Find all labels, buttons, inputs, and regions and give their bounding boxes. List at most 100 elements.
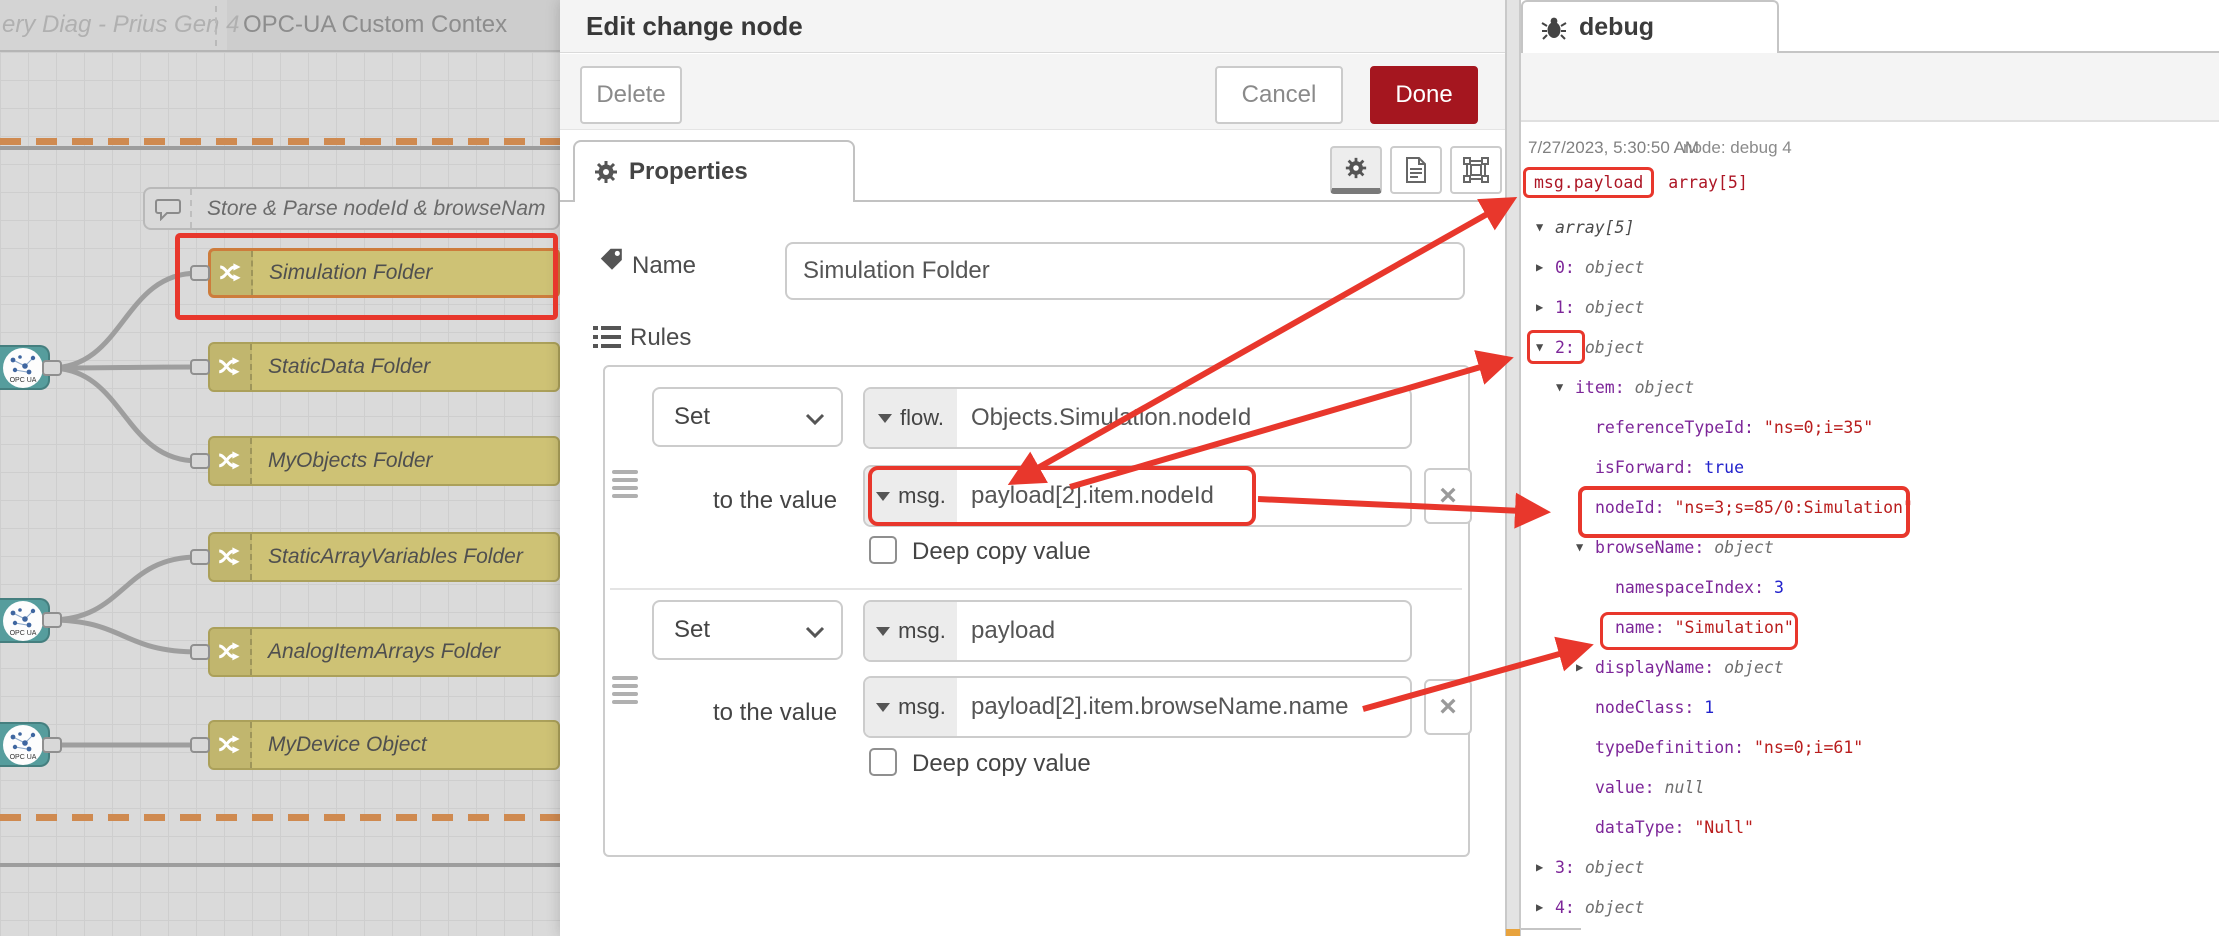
node-label: StaticData Folder	[268, 344, 430, 390]
output-port[interactable]	[42, 612, 62, 628]
tree-row-displayName: displayName: object	[1536, 647, 1913, 687]
rule1-value-input[interactable]: msg. payload[2].item.nodeId	[863, 465, 1412, 527]
rule2-value: payload[2].item.browseName.name	[957, 693, 1349, 721]
rule-drag-handle[interactable]	[612, 676, 638, 704]
sidebar-resize-handle[interactable]	[1505, 0, 1521, 936]
rule1-remove-button[interactable]: ×	[1424, 468, 1472, 524]
bug-icon	[1541, 15, 1567, 41]
rule-separator	[610, 588, 1462, 590]
change-node-analogitemarrays-folder[interactable]: AnalogItemArrays Folder	[208, 627, 560, 677]
appearance-section-button[interactable]	[1450, 146, 1502, 194]
change-node-staticdata-folder[interactable]: StaticData Folder	[208, 342, 560, 392]
description-section-button[interactable]	[1390, 146, 1442, 194]
opcua-node-icon: OPC UA	[3, 725, 43, 765]
change-node-icon	[211, 251, 253, 295]
tree-row-value: value: null	[1536, 767, 1913, 807]
caret-down-icon	[876, 627, 890, 636]
rule1-deep-copy-checkbox[interactable]	[869, 536, 897, 564]
opcua-node-icon: OPC UA	[3, 348, 43, 388]
tab-separator	[215, 6, 217, 46]
node-label: StaticArrayVariables Folder	[268, 534, 523, 580]
debug-toolbar	[1521, 53, 2219, 122]
value-type-selector[interactable]: msg.	[865, 678, 957, 736]
sidebar-resize-grip[interactable]	[1506, 929, 1520, 936]
collapse-icon[interactable]	[1576, 540, 1595, 554]
properties-section-button[interactable]	[1330, 146, 1382, 194]
input-port[interactable]	[190, 453, 210, 469]
debug-message-list[interactable]: 7/27/2023, 5:30:50 AM node: debug 4 msg.…	[1521, 122, 2219, 936]
rule-drag-handle[interactable]	[612, 470, 638, 498]
message-path-row: msg.payload array[5]	[1523, 164, 1748, 200]
change-node-myobjects-folder[interactable]: MyObjects Folder	[208, 436, 560, 486]
debug-footer-border	[1521, 928, 1581, 930]
json-tree: array[5] 0: object 1: object 2: object i…	[1536, 207, 1913, 927]
rule1-property-input[interactable]: flow. Objects.Simulation.nodeId	[863, 387, 1412, 449]
tree-row-item: item: object	[1536, 367, 1913, 407]
input-port[interactable]	[190, 265, 210, 281]
message-timestamp: 7/27/2023, 5:30:50 AM	[1528, 138, 1699, 158]
input-port[interactable]	[190, 359, 210, 375]
chevron-down-icon	[805, 413, 825, 425]
workspace-tab-prius[interactable]: ery Diag - Prius Gen 4	[2, 11, 239, 39]
expand-icon[interactable]	[1536, 300, 1555, 314]
rule2-property-input[interactable]: msg. payload	[863, 600, 1412, 662]
cancel-button[interactable]: Cancel	[1215, 66, 1343, 124]
tab-properties[interactable]: Properties	[573, 140, 855, 202]
gear-icon	[593, 159, 619, 185]
document-icon	[1405, 157, 1427, 183]
value-type-selector[interactable]: msg.	[865, 467, 957, 525]
rule1-action-select[interactable]: Set	[652, 387, 843, 447]
change-node-mydevice-object[interactable]: MyDevice Object	[208, 720, 560, 770]
svg-text:OPC UA: OPC UA	[10, 754, 37, 761]
comment-node[interactable]: Store & Parse nodeId & browseNam	[143, 187, 560, 230]
to-the-value-label: to the value	[713, 487, 837, 515]
tab-debug[interactable]: debug	[1521, 0, 1779, 53]
flow-canvas[interactable]: Store & Parse nodeId & browseNam OPC UA …	[0, 0, 562, 936]
change-node-icon	[210, 344, 252, 390]
tree-row: 4: object	[1536, 887, 1913, 927]
edit-change-node-dialog: Edit change node Delete Cancel Done Prop…	[560, 0, 1505, 936]
tree-row: 0: object	[1536, 247, 1913, 287]
collapse-icon[interactable]	[1556, 380, 1575, 394]
input-port[interactable]	[190, 644, 210, 660]
output-port[interactable]	[42, 360, 62, 376]
input-port[interactable]	[190, 549, 210, 565]
opcua-node-icon: OPC UA	[3, 601, 43, 641]
done-button[interactable]: Done	[1370, 66, 1478, 124]
rule2-remove-button[interactable]: ×	[1424, 679, 1472, 735]
tree-row-typeDefinition: typeDefinition: "ns=0;i=61"	[1536, 727, 1913, 767]
collapse-icon[interactable]	[1536, 220, 1555, 234]
input-port[interactable]	[190, 737, 210, 753]
expand-icon[interactable]	[1576, 660, 1595, 674]
dialog-header: Edit change node	[560, 0, 1505, 53]
workspace-tab-opcua[interactable]: OPC-UA Custom Contex	[243, 11, 507, 39]
change-node-icon	[210, 722, 252, 768]
dialog-toolbar	[560, 54, 1505, 130]
to-the-value-label: to the value	[713, 699, 837, 727]
name-input[interactable]	[785, 242, 1465, 300]
comment-label: Store & Parse nodeId & browseNam	[207, 189, 546, 228]
output-port[interactable]	[42, 737, 62, 753]
gear-icon	[1344, 156, 1368, 180]
rule2-deep-copy-checkbox[interactable]	[869, 748, 897, 776]
tree-row-dataType: dataType: "Null"	[1536, 807, 1913, 847]
rule2-action-select[interactable]: Set	[652, 600, 843, 660]
property-type-selector[interactable]: msg.	[865, 602, 957, 660]
rule1-value: payload[2].item.nodeId	[957, 482, 1214, 510]
svg-text:OPC UA: OPC UA	[10, 377, 37, 384]
rule2-value-input[interactable]: msg. payload[2].item.browseName.name	[863, 676, 1412, 738]
msg-payload-type: array[5]	[1668, 173, 1747, 192]
expand-icon[interactable]	[1536, 900, 1555, 914]
node-label: MyDevice Object	[268, 722, 427, 768]
property-type-selector[interactable]: flow.	[865, 389, 957, 447]
msg-payload-path[interactable]: msg.payload	[1523, 167, 1654, 198]
collapse-icon[interactable]	[1536, 340, 1555, 354]
expand-icon[interactable]	[1536, 260, 1555, 274]
expand-icon[interactable]	[1536, 860, 1555, 874]
change-node-staticarrayvariables-folder[interactable]: StaticArrayVariables Folder	[208, 532, 560, 582]
debug-sidebar: debug 7/27/2023, 5:30:50 AM node: debug …	[1521, 0, 2219, 936]
comment-icon	[145, 189, 192, 228]
delete-button[interactable]: Delete	[580, 66, 682, 124]
change-node-simulation-folder[interactable]: Simulation Folder	[208, 248, 560, 298]
tree-row: 1: object	[1536, 287, 1913, 327]
